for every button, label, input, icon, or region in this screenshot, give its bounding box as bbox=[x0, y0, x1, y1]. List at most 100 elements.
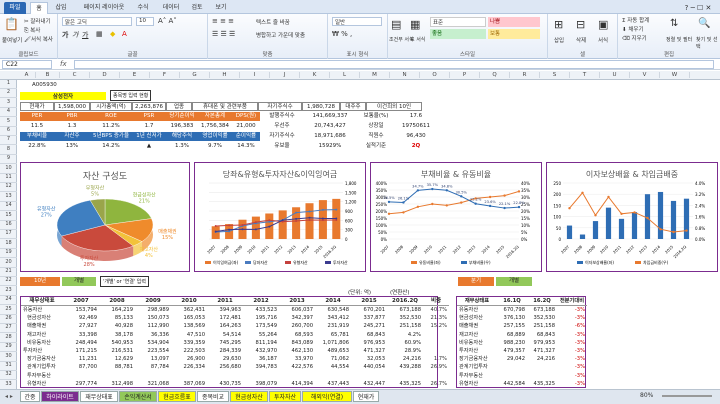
sheet-tab[interactable]: 손익계산서 bbox=[119, 391, 157, 402]
row-header-17[interactable]: 17 bbox=[0, 230, 17, 240]
italic-button[interactable]: 가 bbox=[72, 30, 78, 40]
sheet-tab[interactable]: 간중 bbox=[20, 391, 40, 402]
column-header-p[interactable]: P bbox=[450, 72, 480, 78]
sheet-tab[interactable]: 투자자산 bbox=[269, 391, 301, 402]
sheet-tab[interactable]: 해외익(연결) bbox=[302, 391, 352, 402]
column-header-k[interactable]: K bbox=[300, 72, 330, 78]
scope-cell-left[interactable]: 개별 bbox=[62, 277, 96, 286]
find-select-icon[interactable]: 🔍 bbox=[698, 18, 710, 29]
column-header-g[interactable]: G bbox=[180, 72, 210, 78]
tab-file[interactable]: 파일 bbox=[4, 2, 26, 14]
column-header-f[interactable]: F bbox=[150, 72, 180, 78]
row-header-12[interactable]: 12 bbox=[0, 183, 17, 193]
delete-cells-icon[interactable]: ⊟ bbox=[576, 18, 585, 31]
pie-chart[interactable]: 자산 구성도 현금성자산 21% 매출채권 15% 재고자산 4% 투자자산 28% 유형자산 2… bbox=[20, 162, 190, 272]
row-header-23[interactable]: 23 bbox=[0, 287, 17, 296]
column-header-r[interactable]: R bbox=[510, 72, 540, 78]
column-header-j[interactable]: J bbox=[270, 72, 300, 78]
row-header-3[interactable]: 3 bbox=[0, 99, 17, 108]
column-header-m[interactable]: M bbox=[360, 72, 390, 78]
row-header-10[interactable]: 10 bbox=[0, 165, 17, 174]
sheet-tab[interactable]: 현금흐름표 bbox=[158, 391, 196, 402]
style-good[interactable]: 좋음 bbox=[430, 29, 486, 39]
bold-button[interactable]: 가 bbox=[62, 30, 68, 40]
column-header-t[interactable]: T bbox=[570, 72, 600, 78]
row-header-6[interactable]: 6 bbox=[0, 127, 17, 136]
clear-button[interactable]: ⌫ 지우기 bbox=[622, 34, 647, 42]
sheet-tab[interactable]: 현재가 bbox=[353, 391, 379, 402]
cut-button[interactable]: ✂ 잘라내기 bbox=[24, 17, 51, 25]
row-header-16[interactable]: 16 bbox=[0, 221, 17, 230]
delete-cells-button[interactable]: 삭제 bbox=[576, 36, 586, 44]
row-header-21[interactable]: 21 bbox=[0, 268, 17, 277]
underline-button[interactable]: 가 bbox=[82, 30, 88, 40]
row-header-28[interactable]: 28 bbox=[0, 334, 17, 343]
company-name-input[interactable]: 삼성전자 bbox=[20, 92, 106, 100]
column-header-o[interactable]: O bbox=[420, 72, 450, 78]
autosum-button[interactable]: Σ 자동 합계 bbox=[622, 16, 649, 24]
style-neutral[interactable]: 보통 bbox=[488, 29, 540, 39]
row-header-1[interactable]: 1 bbox=[0, 80, 17, 89]
copy-button[interactable]: ⎘ 복사 bbox=[24, 26, 40, 35]
grow-font-icon[interactable]: A˄ A˅ bbox=[158, 17, 177, 25]
column-header-q[interactable]: Q bbox=[480, 72, 510, 78]
row-header-20[interactable]: 20 bbox=[0, 259, 17, 268]
tab-formulas[interactable]: 수식 bbox=[134, 2, 152, 14]
column-header-i[interactable]: I bbox=[240, 72, 270, 78]
row-header-24[interactable]: 24 bbox=[0, 296, 17, 306]
sort-filter-button[interactable]: 정렬 및 필터 bbox=[666, 36, 692, 43]
row-header-7[interactable]: 7 bbox=[0, 136, 17, 146]
row-header-14[interactable]: 14 bbox=[0, 202, 17, 212]
fill-color-icon[interactable]: ◆ bbox=[110, 30, 115, 38]
row-header-31[interactable]: 31 bbox=[0, 362, 17, 371]
percent-icon[interactable]: ₩ % , bbox=[332, 30, 352, 38]
row-header-18[interactable]: 18 bbox=[0, 240, 17, 249]
sheet-tab[interactable]: 재무상태표 bbox=[80, 391, 118, 402]
insert-cells-button[interactable]: 삽입 bbox=[554, 36, 564, 44]
table-format-icon[interactable]: ▦ bbox=[410, 18, 420, 31]
window-controls[interactable]: ? ─ ☐ ✕ bbox=[680, 2, 716, 14]
sheet-tab[interactable]: 하이라이트 bbox=[41, 391, 79, 402]
tab-page-layout[interactable]: 페이지 레이아웃 bbox=[76, 2, 132, 14]
row-header-26[interactable]: 26 bbox=[0, 315, 17, 324]
paste-button[interactable]: 붙여넣기 bbox=[2, 36, 22, 44]
scope-cell-right[interactable]: 개별 bbox=[496, 277, 532, 286]
insert-cells-icon[interactable]: ⊞ bbox=[554, 18, 563, 31]
row-header-4[interactable]: 4 bbox=[0, 108, 17, 118]
row-header-30[interactable]: 30 bbox=[0, 353, 17, 362]
tab-home[interactable]: 홈 bbox=[30, 2, 48, 14]
border-icon[interactable]: ▦ bbox=[96, 30, 103, 38]
conditional-format-icon[interactable]: ▤ bbox=[391, 18, 401, 31]
asset-bar-chart[interactable]: 당좌&유형&투자자산&이익잉여금 0 300 600 900 1,200 1,500 1,8… bbox=[194, 162, 366, 272]
tab-data[interactable]: 데이터 bbox=[158, 2, 184, 14]
tab-review[interactable]: 검토 bbox=[188, 2, 206, 14]
row-header-25[interactable]: 25 bbox=[0, 306, 17, 315]
formula-input[interactable] bbox=[74, 60, 714, 69]
column-header-b[interactable]: B bbox=[36, 72, 60, 78]
row-header-8[interactable]: 8 bbox=[0, 146, 17, 155]
font-name-select[interactable]: 맑은 고딕 bbox=[62, 17, 132, 26]
row-header-9[interactable]: 9 bbox=[0, 155, 17, 165]
column-header-l[interactable]: L bbox=[330, 72, 360, 78]
format-cells-button[interactable]: 서식 bbox=[598, 36, 608, 44]
style-bad[interactable]: 나쁨 bbox=[488, 17, 540, 27]
period-10y-cell[interactable]: 10년 bbox=[20, 277, 60, 286]
align-left-icon[interactable]: ☰ ☰ ☰ bbox=[212, 30, 235, 38]
column-header-c[interactable]: C bbox=[60, 72, 90, 78]
merge-center-button[interactable]: 병합하고 가운데 맞춤 bbox=[256, 31, 305, 39]
column-header-e[interactable]: E bbox=[120, 72, 150, 78]
font-color-icon[interactable]: A bbox=[122, 30, 127, 38]
row-header-19[interactable]: 19 bbox=[0, 249, 17, 259]
wrap-text-button[interactable]: 텍스트 줄 바꿈 bbox=[256, 18, 290, 26]
debt-ratio-chart[interactable]: 부채비율 & 유동비율 0% 0% 50% 5% 100% 10% 150% 15% 200% 2… bbox=[370, 162, 542, 272]
tab-view[interactable]: 보기 bbox=[212, 2, 230, 14]
format-painter-button[interactable]: 🖌서식 복사 bbox=[24, 35, 53, 43]
zoom-level[interactable]: 80% bbox=[640, 392, 653, 399]
number-format-select[interactable]: 일반 bbox=[332, 17, 382, 26]
row-header-5[interactable]: 5 bbox=[0, 118, 17, 127]
font-size-select[interactable]: 10 bbox=[136, 17, 154, 26]
tab-insert[interactable]: 삽입 bbox=[52, 2, 70, 14]
name-box[interactable]: C22 bbox=[2, 60, 52, 69]
row-header-11[interactable]: 11 bbox=[0, 174, 17, 183]
fx-icon[interactable]: fx bbox=[60, 60, 67, 68]
